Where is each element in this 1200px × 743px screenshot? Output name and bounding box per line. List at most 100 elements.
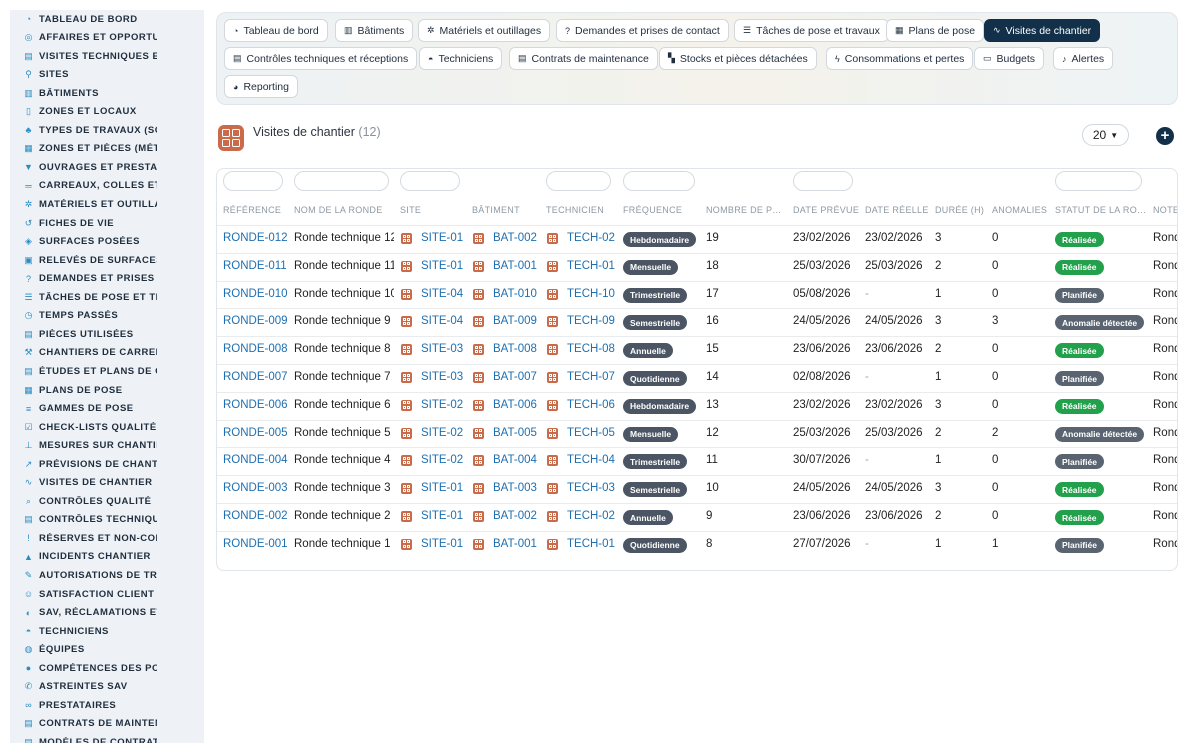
- reference-link[interactable]: RONDE-007: [223, 371, 291, 383]
- sidebar-item[interactable]: ▤ VISITES TECHNIQUES ET RELEVÉS: [10, 47, 204, 65]
- column-filter-input[interactable]: [546, 171, 611, 191]
- sidebar-item[interactable]: ! RÉSERVES ET NON-CONFORMITÉS: [10, 529, 204, 547]
- add-record-button[interactable]: +: [1156, 127, 1174, 145]
- technician-link[interactable]: TECH-01: [567, 260, 622, 272]
- nav-button[interactable]: ◓ Techniciens: [419, 47, 503, 70]
- table-row[interactable]: RONDE-012 Ronde technique 12 SITE-01 BAT-00…: [217, 225, 1177, 252]
- column-header[interactable]: NOM DE LA RONDE: [294, 205, 394, 215]
- sidebar-item[interactable]: ● COMPÉTENCES DES POSEURS: [10, 659, 204, 677]
- site-link[interactable]: SITE-01: [421, 538, 471, 550]
- table-row[interactable]: RONDE-004 Ronde technique 4 SITE-02 BAT-004…: [217, 447, 1177, 474]
- table-row[interactable]: RONDE-003 Ronde technique 3 SITE-01 BAT-003…: [217, 475, 1177, 502]
- nav-button[interactable]: ϟ Consommations et pertes: [826, 47, 974, 70]
- reference-link[interactable]: RONDE-010: [223, 288, 291, 300]
- technician-link[interactable]: TECH-04: [567, 454, 622, 466]
- sidebar-item[interactable]: ▼ OUVRAGES ET PRESTATIONS: [10, 158, 204, 176]
- building-link[interactable]: BAT-001: [493, 538, 545, 550]
- column-filter-input[interactable]: [400, 171, 460, 191]
- nav-button[interactable]: ? Demandes et prises de contact: [556, 19, 729, 42]
- page-size-select[interactable]: 20 ▼: [1082, 124, 1129, 146]
- building-link[interactable]: BAT-002: [493, 232, 545, 244]
- technician-link[interactable]: TECH-10: [567, 288, 622, 300]
- column-filter-input[interactable]: [623, 171, 695, 191]
- nav-button[interactable]: ✲ Matériels et outillages: [418, 19, 551, 42]
- sidebar-item[interactable]: ▤ CONTRATS DE MAINTENANCE: [10, 715, 204, 733]
- reference-link[interactable]: RONDE-006: [223, 399, 291, 411]
- reference-link[interactable]: RONDE-012: [223, 232, 291, 244]
- table-row[interactable]: RONDE-009 Ronde technique 9 SITE-04 BAT-009…: [217, 308, 1177, 335]
- sidebar-item[interactable]: ◔ TABLEAU DE BORD: [10, 10, 204, 28]
- nav-button[interactable]: ▥ Bâtiments: [335, 19, 414, 42]
- sidebar-item[interactable]: ▤ MODÈLES DE CONTRATS: [10, 733, 204, 743]
- sidebar-item[interactable]: ═ CARREAUX, COLLES ET JOINTS: [10, 177, 204, 195]
- reference-link[interactable]: RONDE-011: [223, 260, 291, 272]
- sidebar-item[interactable]: ▦ ZONES ET PIÈCES (MÉTRÉS): [10, 140, 204, 158]
- building-link[interactable]: BAT-003: [493, 482, 545, 494]
- building-link[interactable]: BAT-001: [493, 260, 545, 272]
- nav-button[interactable]: ◕ Reporting: [224, 75, 298, 98]
- sidebar-item[interactable]: ▣ RELEVÉS DE SURFACES: [10, 251, 204, 269]
- table-row[interactable]: RONDE-008 Ronde technique 8 SITE-03 BAT-008…: [217, 336, 1177, 363]
- column-header[interactable]: NOTES: [1153, 205, 1177, 215]
- sidebar-item[interactable]: ◓ TECHNICIENS: [10, 622, 204, 640]
- reference-link[interactable]: RONDE-005: [223, 427, 291, 439]
- column-header[interactable]: STATUT DE LA RO…: [1055, 205, 1147, 215]
- site-link[interactable]: SITE-03: [421, 343, 471, 355]
- table-row[interactable]: RONDE-005 Ronde technique 5 SITE-02 BAT-005…: [217, 419, 1177, 447]
- sidebar-item[interactable]: ⊥ MESURES SUR CHANTIER: [10, 437, 204, 455]
- nav-button[interactable]: ▭ Budgets: [974, 47, 1045, 70]
- sidebar-item[interactable]: ↗ PRÉVISIONS DE CHANTIER: [10, 455, 204, 473]
- technician-link[interactable]: TECH-03: [567, 482, 622, 494]
- sidebar-item[interactable]: ≡ GAMMES DE POSE: [10, 400, 204, 418]
- sidebar-item[interactable]: ? DEMANDES ET PRISES DE CONTACT: [10, 270, 204, 288]
- sidebar-item[interactable]: ↺ FICHES DE VIE: [10, 214, 204, 232]
- sidebar-item[interactable]: ✎ AUTORISATIONS DE TRAVAUX: [10, 567, 204, 585]
- column-header[interactable]: TECHNICIEN: [546, 205, 616, 215]
- site-link[interactable]: SITE-01: [421, 482, 471, 494]
- sidebar-item[interactable]: ⌕ CONTRÔLES QUALITÉ: [10, 492, 204, 510]
- sidebar-item[interactable]: ⚒ CHANTIERS DE CARRELAGE: [10, 344, 204, 362]
- column-filter-input[interactable]: [223, 171, 283, 191]
- site-link[interactable]: SITE-01: [421, 232, 471, 244]
- table-row[interactable]: RONDE-006 Ronde technique 6 SITE-02 BAT-006…: [217, 391, 1177, 419]
- column-header[interactable]: BÂTIMENT: [472, 205, 540, 215]
- sidebar-item[interactable]: ✲ MATÉRIELS ET OUTILLAGES: [10, 196, 204, 214]
- nav-button[interactable]: ◔ Tableau de bord: [224, 19, 328, 42]
- sidebar-item[interactable]: ▤ CONTRÔLES TECHNIQUES ET RÉCEPTIONS: [10, 511, 204, 529]
- site-link[interactable]: SITE-02: [421, 427, 471, 439]
- nav-button[interactable]: ▤ Contrats de maintenance: [509, 47, 658, 70]
- reference-link[interactable]: RONDE-001: [223, 538, 291, 550]
- column-header[interactable]: ANOMALIES: [992, 205, 1050, 215]
- site-link[interactable]: SITE-04: [421, 288, 471, 300]
- sidebar-item[interactable]: ◈ SURFACES POSÉES: [10, 233, 204, 251]
- sidebar-item[interactable]: ♣ TYPES DE TRAVAUX (SOLS, MURS): [10, 121, 204, 139]
- column-header[interactable]: NOMBRE DE P…: [706, 205, 786, 215]
- nav-button[interactable]: ▚ Stocks et pièces détachées: [659, 47, 817, 70]
- site-link[interactable]: SITE-01: [421, 510, 471, 522]
- building-link[interactable]: BAT-008: [493, 343, 545, 355]
- technician-link[interactable]: TECH-05: [567, 427, 622, 439]
- building-link[interactable]: BAT-004: [493, 454, 545, 466]
- sidebar-item[interactable]: ✆ ASTREINTES SAV: [10, 678, 204, 696]
- technician-link[interactable]: TECH-08: [567, 343, 622, 355]
- sidebar-item[interactable]: ▤ ÉTUDES ET PLANS DE CALEPINAGE: [10, 362, 204, 380]
- column-header[interactable]: FRÉQUENCE: [623, 205, 701, 215]
- reference-link[interactable]: RONDE-008: [223, 343, 291, 355]
- column-filter-input[interactable]: [1055, 171, 1142, 191]
- technician-link[interactable]: TECH-06: [567, 399, 622, 411]
- column-header[interactable]: DATE PRÉVUE: [793, 205, 861, 215]
- sidebar-item[interactable]: ∿ VISITES DE CHANTIER: [10, 474, 204, 492]
- table-row[interactable]: RONDE-001 Ronde technique 1 SITE-01 BAT-001…: [217, 530, 1177, 558]
- building-link[interactable]: BAT-002: [493, 510, 545, 522]
- nav-button[interactable]: ∿ Visites de chantier: [984, 19, 1101, 42]
- table-row[interactable]: RONDE-002 Ronde technique 2 SITE-01 BAT-002…: [217, 503, 1177, 530]
- sidebar-item[interactable]: ▤ PIÈCES UTILISÉES: [10, 325, 204, 343]
- sidebar-item[interactable]: ☰ TÂCHES DE POSE ET TRAVAUX: [10, 288, 204, 306]
- nav-button[interactable]: ▤ Contrôles techniques et réceptions: [224, 47, 418, 70]
- sidebar-item[interactable]: ☺ SATISFACTION CLIENT: [10, 585, 204, 603]
- nav-button[interactable]: ♪ Alertes: [1053, 47, 1114, 70]
- reference-link[interactable]: RONDE-002: [223, 510, 291, 522]
- site-link[interactable]: SITE-01: [421, 260, 471, 272]
- building-link[interactable]: BAT-006: [493, 399, 545, 411]
- table-row[interactable]: RONDE-011 Ronde technique 11 SITE-01 BAT-00…: [217, 252, 1177, 280]
